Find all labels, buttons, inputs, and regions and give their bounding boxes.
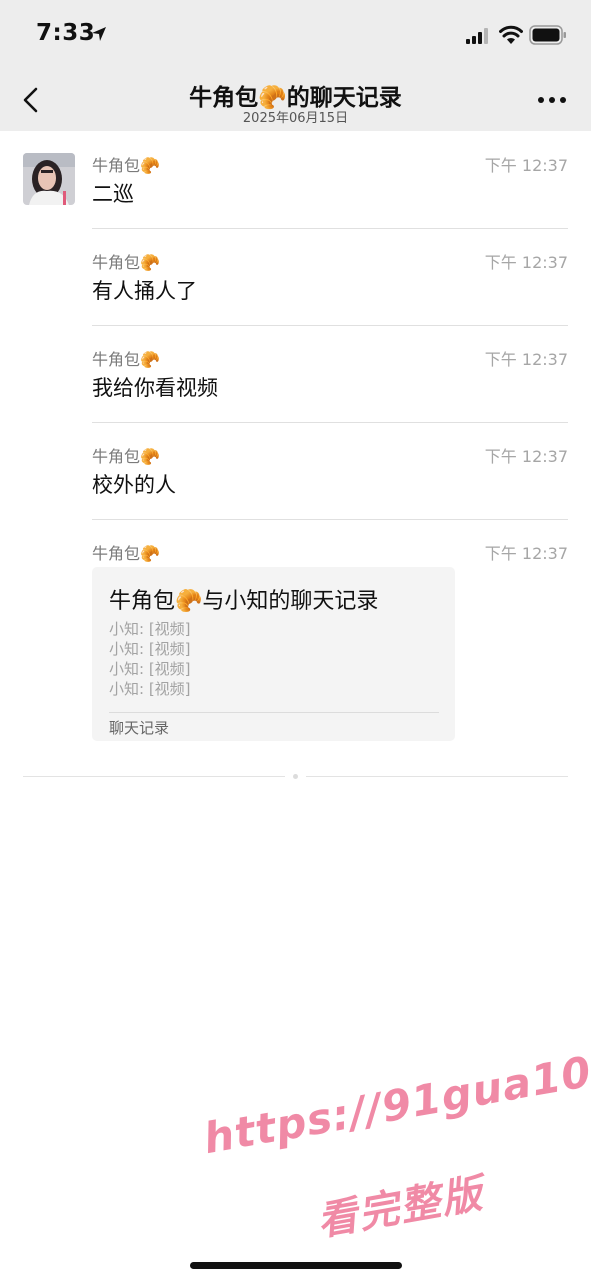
- chat-record-footer: 聊天记录: [109, 719, 170, 737]
- message-time: 下午 12:37: [484, 447, 568, 466]
- home-indicator[interactable]: [190, 1262, 402, 1269]
- battery-icon: [529, 25, 566, 45]
- message-sender: 牛角包🥐: [92, 350, 160, 369]
- message-item: 牛角包🥐 下午 12:37: [92, 540, 568, 564]
- message-item[interactable]: 牛角包🥐 下午 12:37 有人捅人了: [92, 249, 568, 326]
- message-text: 有人捅人了: [92, 279, 197, 303]
- end-separator-dot: [293, 774, 298, 779]
- watermark-url: https://91gua10.com: [200, 1026, 591, 1164]
- message-item[interactable]: 牛角包🥐 下午 12:37 我给你看视频: [92, 346, 568, 423]
- wifi-icon: [499, 25, 523, 44]
- message-text: 校外的人: [92, 473, 176, 497]
- end-separator-line: [306, 776, 568, 777]
- message-item[interactable]: 牛角包🥐 下午 12:37 校外的人: [92, 443, 568, 520]
- message-time: 下午 12:37: [484, 156, 568, 175]
- message-divider: [92, 422, 568, 423]
- message-sender: 牛角包🥐: [92, 447, 160, 466]
- chat-record-line: 小知: [视频]: [109, 640, 191, 658]
- page-subtitle-date: 2025年06月15日: [242, 111, 349, 126]
- chat-record-line: 小知: [视频]: [109, 660, 191, 678]
- message-time: 下午 12:37: [484, 350, 568, 369]
- message-text: 二巡: [92, 182, 134, 206]
- status-time: 7:33: [36, 20, 96, 46]
- chat-record-card[interactable]: 牛角包🥐与小知的聊天记录 小知: [视频] 小知: [视频] 小知: [视频] …: [92, 567, 455, 741]
- avatar-photo-icon: [23, 153, 75, 205]
- chat-record-line: 小知: [视频]: [109, 680, 191, 698]
- message-divider: [92, 325, 568, 326]
- message-sender: 牛角包🥐: [92, 253, 160, 272]
- message-divider: [92, 519, 568, 520]
- message-time: 下午 12:37: [484, 253, 568, 272]
- avatar[interactable]: [23, 153, 75, 205]
- message-item[interactable]: 牛角包🥐 下午 12:37 二巡: [92, 152, 568, 229]
- end-separator-line: [23, 776, 285, 777]
- message-time: 下午 12:37: [484, 544, 568, 563]
- message-divider: [92, 228, 568, 229]
- message-sender: 牛角包🥐: [92, 156, 160, 175]
- cellular-signal-icon: [466, 28, 488, 44]
- message-sender: 牛角包🥐: [92, 544, 160, 563]
- card-divider: [109, 712, 439, 713]
- more-dots-icon[interactable]: [537, 96, 567, 104]
- chat-record-title: 牛角包🥐与小知的聊天记录: [109, 589, 379, 614]
- location-arrow-icon: [92, 27, 106, 41]
- chat-record-line: 小知: [视频]: [109, 620, 191, 638]
- message-text: 我给你看视频: [92, 376, 218, 400]
- watermark: https://91gua10.com 看完整版: [200, 1026, 591, 1275]
- watermark-caption: 看完整版: [313, 1170, 488, 1246]
